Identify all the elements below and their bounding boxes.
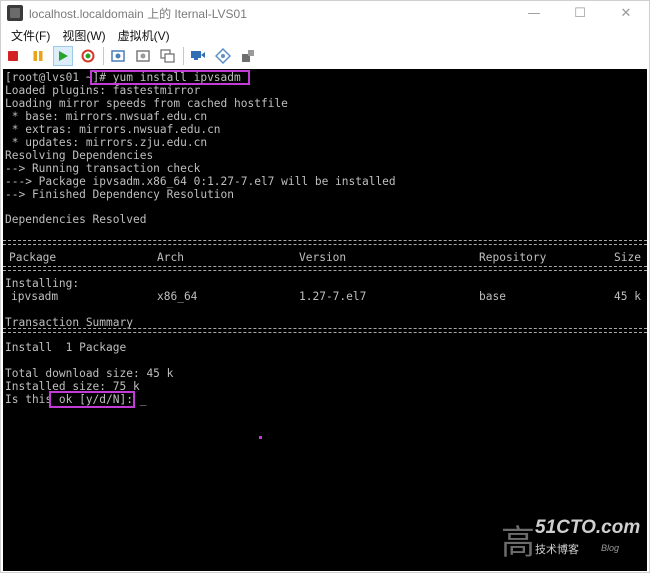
toolbar [3, 44, 263, 68]
snapshot-revert-icon [136, 50, 150, 62]
terminal-line: --> Finished Dependency Resolution [5, 188, 235, 201]
window-controls: — ☐ ✕ [511, 1, 649, 25]
revert-snapshot-button[interactable] [133, 46, 153, 66]
table-cell-size: 45 k [614, 290, 641, 303]
terminal-line: * updates: mirrors.zju.edu.cn [5, 136, 208, 149]
watermark-subtitle: 技术博客 [535, 543, 579, 556]
terminal-line: * extras: mirrors.nwsuaf.edu.cn [5, 123, 221, 136]
take-snapshot-button[interactable] [108, 46, 128, 66]
table-cell-package: ipvsadm [11, 290, 59, 303]
table-cell-repository: base [479, 290, 506, 303]
pause-icon [33, 51, 43, 61]
close-button[interactable]: ✕ [603, 1, 649, 25]
watermark-blog: Blog [601, 543, 620, 553]
terminal-screen[interactable]: [root@lvs01 ~]# yum install ipvsadm Load… [3, 69, 647, 571]
vm-console-window: localhost.localdomain 上的 Iternal-LVS01 —… [0, 0, 650, 573]
power-on-button[interactable] [53, 46, 73, 66]
pause-button[interactable] [28, 46, 48, 66]
table-cell-version: 1.27-7.el7 [299, 290, 367, 303]
title-bar[interactable]: localhost.localdomain 上的 Iternal-LVS01 —… [1, 1, 649, 25]
play-icon [59, 51, 68, 61]
toolbar-separator [183, 47, 184, 65]
prompt-highlight-box [49, 391, 135, 408]
usb-icon [215, 48, 231, 64]
snapshot-manager-button[interactable] [158, 46, 178, 66]
site-watermark: 高 51CTO.com 技术博客 Blog [501, 515, 641, 563]
terminal-line: Total download size: 45 k [5, 367, 174, 380]
terminal-line: Loaded plugins: fastestmirror [5, 84, 201, 97]
menu-vm[interactable]: 虚拟机(V) [118, 27, 170, 44]
snapshot-manager-icon [160, 49, 175, 63]
network-icon [191, 51, 205, 60]
table-divider [3, 266, 647, 271]
reset-icon [81, 49, 95, 63]
usb-button[interactable] [213, 46, 233, 66]
menu-view[interactable]: 视图(W) [62, 27, 105, 44]
table-divider [3, 328, 647, 333]
table-section-label: Installing: [5, 277, 80, 290]
terminal-line: * base: mirrors.nwsuaf.edu.cn [5, 110, 208, 123]
snapshot-icon [111, 50, 125, 62]
minimize-button[interactable]: — [511, 1, 557, 25]
menu-file[interactable]: 文件(F) [11, 27, 50, 44]
terminal-line: Install 1 Package [5, 341, 127, 354]
column-header-version: Version [299, 251, 347, 264]
menu-bar: 文件(F) 视图(W) 虚拟机(V) [1, 26, 182, 44]
maximize-button[interactable]: ☐ [557, 1, 603, 25]
toolbar-separator [103, 47, 104, 65]
stop-button[interactable] [3, 46, 23, 66]
column-header-repository: Repository [479, 251, 547, 264]
terminal-line: --> Running transaction check [5, 162, 201, 175]
stop-icon [8, 51, 18, 61]
mouse-cursor-marker [259, 436, 262, 439]
settings-icon [242, 50, 254, 62]
column-header-arch: Arch [157, 251, 184, 264]
terminal-line: Loading mirror speeds from cached hostfi… [5, 97, 288, 110]
watermark-glyph: 高 [501, 523, 535, 563]
terminal-line: Resolving Dependencies [5, 149, 154, 162]
vmware-app-icon [7, 5, 23, 21]
terminal-line: Dependencies Resolved [5, 213, 147, 226]
table-divider [3, 240, 647, 245]
column-header-package: Package [9, 251, 57, 264]
reset-button[interactable] [78, 46, 98, 66]
network-button[interactable] [188, 46, 208, 66]
settings-button[interactable] [238, 46, 258, 66]
watermark-site: 51CTO.com [535, 517, 641, 538]
terminal-line: ---> Package ipvsadm.x86_64 0:1.27-7.el7… [5, 175, 396, 188]
column-header-size: Size [614, 251, 641, 264]
command-highlight-box [90, 70, 250, 85]
table-cell-arch: x86_64 [157, 290, 198, 303]
window-title: localhost.localdomain 上的 Iternal-LVS01 [29, 6, 247, 21]
